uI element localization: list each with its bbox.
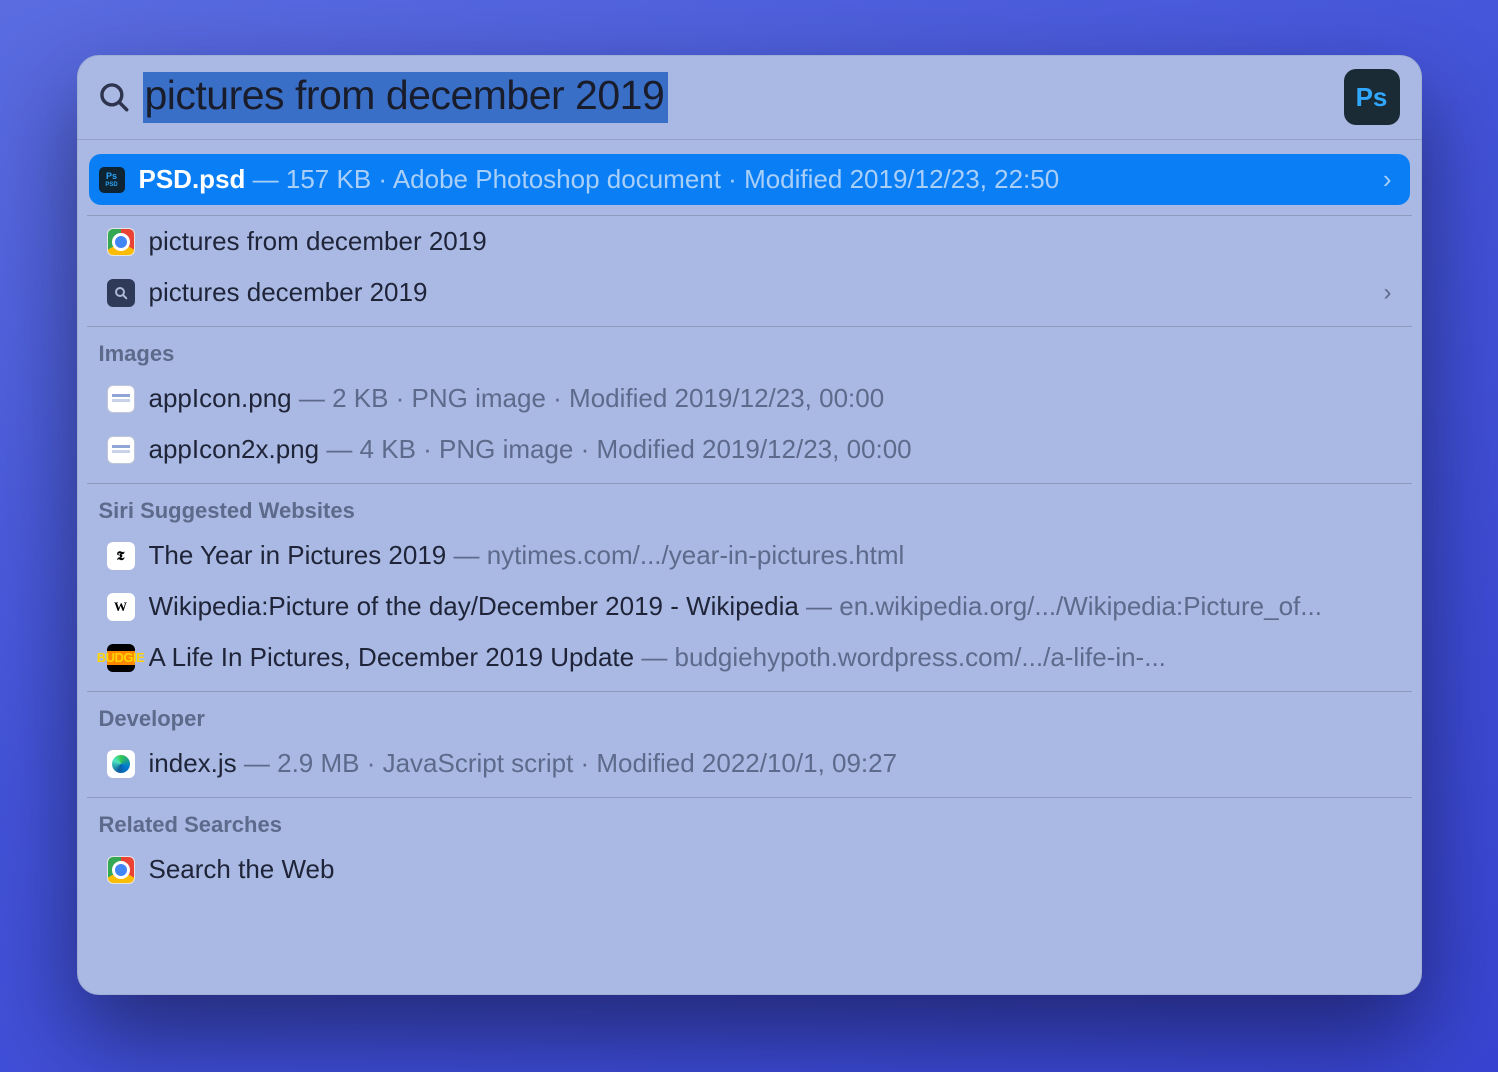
png-file-icon bbox=[107, 385, 135, 413]
search-row: pictures from december 2019 Ps bbox=[77, 55, 1422, 140]
file-meta: — 2 KB · PNG image · Modified 2019/12/23… bbox=[292, 383, 885, 414]
file-meta: — 4 KB · PNG image · Modified 2019/12/23… bbox=[319, 434, 912, 465]
top-hit-meta: — 157 KB · Adobe Photoshop document · Mo… bbox=[245, 164, 1059, 195]
developer-group: index.js — 2.9 MB · JavaScript script · … bbox=[87, 738, 1412, 789]
website-title: The Year in Pictures 2019 bbox=[149, 540, 447, 571]
section-header-images: Images bbox=[87, 327, 1412, 373]
search-web-row[interactable]: Search the Web bbox=[95, 844, 1404, 895]
budgie-icon: BUDGIE bbox=[107, 644, 135, 672]
top-hit-row[interactable]: Ps PSD PSD.psd — 157 KB · Adobe Photosho… bbox=[89, 154, 1410, 205]
image-file-row[interactable]: appIcon2x.png — 4 KB · PNG image · Modif… bbox=[95, 424, 1404, 475]
photoshop-app-icon[interactable]: Ps bbox=[1344, 69, 1400, 125]
search-icon bbox=[91, 74, 137, 120]
chrome-icon bbox=[107, 228, 135, 256]
siri-group: 𝕿 The Year in Pictures 2019 — nytimes.co… bbox=[87, 530, 1412, 683]
website-row-wikipedia[interactable]: W Wikipedia:Picture of the day/December … bbox=[95, 581, 1404, 632]
website-url: — budgiehypoth.wordpress.com/.../a-life-… bbox=[634, 642, 1166, 673]
dev-file-row[interactable]: index.js — 2.9 MB · JavaScript script · … bbox=[95, 738, 1404, 789]
website-row-budgie[interactable]: BUDGIE A Life In Pictures, December 2019… bbox=[95, 632, 1404, 683]
search-web-label: Search the Web bbox=[149, 854, 335, 885]
chevron-right-icon: › bbox=[1383, 164, 1392, 195]
magnify-icon bbox=[107, 279, 135, 307]
website-title: Wikipedia:Picture of the day/December 20… bbox=[149, 591, 799, 622]
website-row-nytimes[interactable]: 𝕿 The Year in Pictures 2019 — nytimes.co… bbox=[95, 530, 1404, 581]
website-url: — en.wikipedia.org/.../Wikipedia:Picture… bbox=[799, 591, 1322, 622]
nytimes-icon: 𝕿 bbox=[107, 542, 135, 570]
file-title: appIcon2x.png bbox=[149, 434, 320, 465]
png-file-icon bbox=[107, 436, 135, 464]
website-title: A Life In Pictures, December 2019 Update bbox=[149, 642, 635, 673]
images-group: appIcon.png — 2 KB · PNG image · Modifie… bbox=[87, 373, 1412, 475]
chrome-icon bbox=[107, 856, 135, 884]
suggestion-row-search[interactable]: pictures december 2019 › bbox=[95, 267, 1404, 318]
suggestion-label: pictures december 2019 bbox=[149, 277, 428, 308]
spotlight-window: pictures from december 2019 Ps Ps PSD PS… bbox=[77, 55, 1422, 995]
section-header-related: Related Searches bbox=[87, 798, 1412, 844]
file-title: appIcon.png bbox=[149, 383, 292, 414]
suggestions-group: pictures from december 2019 pictures dec… bbox=[87, 216, 1412, 318]
related-group: Search the Web bbox=[87, 844, 1412, 895]
suggestion-label: pictures from december 2019 bbox=[149, 226, 487, 257]
section-header-siri: Siri Suggested Websites bbox=[87, 484, 1412, 530]
suggestion-row-chrome[interactable]: pictures from december 2019 bbox=[95, 216, 1404, 267]
file-meta: — 2.9 MB · JavaScript script · Modified … bbox=[237, 748, 897, 779]
section-header-developer: Developer bbox=[87, 692, 1412, 738]
psd-file-icon: Ps PSD bbox=[99, 167, 125, 193]
edge-icon bbox=[107, 750, 135, 778]
search-query-text: pictures from december 2019 bbox=[143, 72, 669, 123]
image-file-row[interactable]: appIcon.png — 2 KB · PNG image · Modifie… bbox=[95, 373, 1404, 424]
file-title: index.js bbox=[149, 748, 237, 779]
wikipedia-icon: W bbox=[107, 593, 135, 621]
top-hit-title: PSD.psd bbox=[139, 164, 246, 195]
website-url: — nytimes.com/.../year-in-pictures.html bbox=[446, 540, 904, 571]
chevron-right-icon: › bbox=[1384, 279, 1392, 307]
results-scroll[interactable]: Ps PSD PSD.psd — 157 KB · Adobe Photosho… bbox=[77, 140, 1422, 995]
app-badge-label: Ps bbox=[1356, 82, 1388, 113]
search-input[interactable]: pictures from december 2019 bbox=[143, 72, 1344, 123]
